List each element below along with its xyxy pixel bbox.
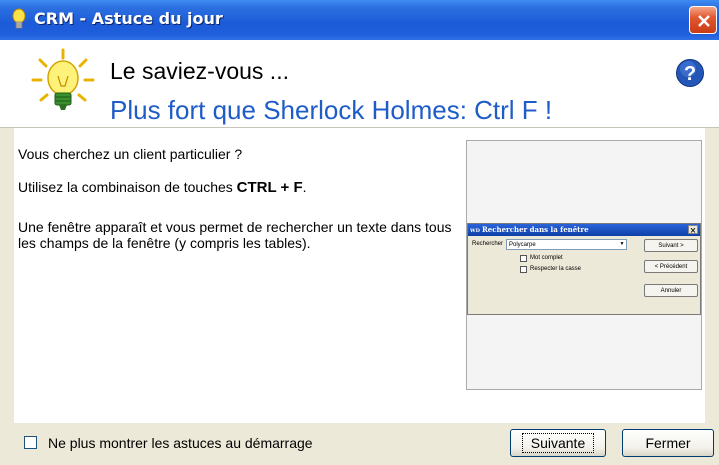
- preview-close-icon: ×: [688, 225, 698, 235]
- tip-header: Le saviez-vous ... Plus fort que Sherloc…: [0, 40, 719, 128]
- tip-content: Vous cherchez un client particulier ? Ut…: [14, 128, 705, 423]
- screenshot-preview: WD Rechercher dans la fenêtre × Recherche…: [466, 140, 702, 390]
- preview-match-case-label: Respecter la casse: [530, 266, 582, 272]
- tip-of-the-day-dialog: CRM - Astuce du jour Le saviez-vous ... …: [0, 0, 719, 465]
- preview-dialog-titlebar: WD Rechercher dans la fenêtre ×: [468, 224, 700, 236]
- lightbulb-icon: [31, 48, 95, 110]
- tip-line-2: Utilisez la combinaison de touches CTRL …: [18, 179, 307, 196]
- preview-search-dialog: WD Rechercher dans la fenêtre × Recherche…: [467, 223, 701, 315]
- tip-line-2-suffix: .: [302, 179, 307, 195]
- dont-show-again-label[interactable]: Ne plus montrer les astuces au démarrage: [48, 435, 313, 451]
- help-icon[interactable]: ?: [675, 58, 705, 88]
- next-tip-button-label: Suivante: [521, 433, 595, 453]
- did-you-know-heading: Le saviez-vous ...: [110, 58, 289, 84]
- close-icon: [698, 15, 710, 27]
- dont-show-again-checkbox[interactable]: [24, 436, 37, 449]
- preview-next-button: Suivant >: [644, 239, 698, 252]
- tip-line-3: Une fenêtre apparaît et vous permet de r…: [18, 219, 452, 251]
- shortcut-keys: CTRL + F: [236, 179, 303, 196]
- svg-text:?: ?: [684, 63, 696, 85]
- tip-line-1: Vous cherchez un client particulier ?: [18, 146, 243, 162]
- preview-search-label: Rechercher: [472, 241, 504, 247]
- window-title: CRM - Astuce du jour: [34, 9, 223, 28]
- next-tip-button[interactable]: Suivante: [510, 429, 606, 457]
- preview-cancel-button: Annuler: [644, 284, 698, 297]
- tip-title: Plus fort que Sherlock Holmes: Ctrl F !: [110, 95, 553, 125]
- preview-whole-word-checkbox: [520, 255, 527, 262]
- lightbulb-icon: [12, 8, 26, 29]
- preview-previous-button: < Précédent: [644, 260, 698, 273]
- chevron-down-icon: ▼: [619, 241, 625, 247]
- tip-line-2-prefix: Utilisez la combinaison de touches: [18, 179, 237, 195]
- close-button[interactable]: [689, 6, 717, 34]
- preview-dialog-logo: WD: [470, 228, 480, 234]
- dialog-footer: Ne plus montrer les astuces au démarrage…: [0, 423, 719, 465]
- preview-match-case-checkbox: [520, 266, 527, 273]
- close-dialog-button[interactable]: Fermer: [622, 429, 714, 457]
- preview-whole-word-label: Mot complet: [530, 255, 563, 261]
- preview-search-value: Polycarpe: [509, 242, 536, 248]
- preview-search-input: Polycarpe ▼: [506, 239, 627, 250]
- title-bar[interactable]: CRM - Astuce du jour: [0, 0, 719, 40]
- preview-dialog-title: Rechercher dans la fenêtre: [481, 225, 589, 234]
